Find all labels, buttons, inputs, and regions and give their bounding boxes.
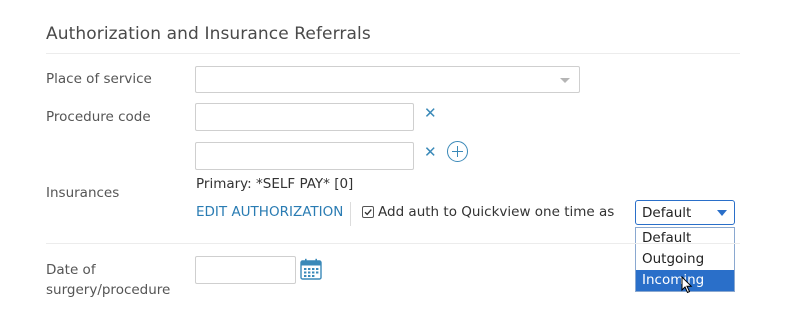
procedure-code-input-2[interactable] bbox=[195, 142, 414, 170]
edit-authorization-link[interactable]: EDIT AUTHORIZATION bbox=[196, 204, 343, 220]
chevron-down-icon bbox=[717, 210, 727, 216]
procedure-code-input-1[interactable] bbox=[195, 103, 414, 131]
date-of-surgery-label-line1: Date of bbox=[46, 262, 96, 278]
quickview-type-select[interactable]: Default bbox=[635, 200, 735, 225]
section-divider bbox=[46, 243, 740, 244]
checkbox-checked-icon bbox=[364, 209, 372, 216]
place-of-service-label: Place of service bbox=[46, 71, 152, 87]
procedure-code-label: Procedure code bbox=[46, 109, 151, 125]
insurances-label: Insurances bbox=[46, 185, 120, 201]
chevron-down-icon bbox=[560, 78, 570, 83]
close-icon[interactable]: ✕ bbox=[424, 106, 437, 121]
section-divider bbox=[46, 53, 740, 54]
vertical-divider bbox=[350, 202, 351, 226]
primary-insurance-text: Primary: *SELF PAY* [0] bbox=[196, 176, 354, 192]
place-of-service-select[interactable] bbox=[195, 66, 580, 93]
dropdown-option-default[interactable]: Default bbox=[636, 228, 734, 249]
calendar-icon[interactable] bbox=[300, 258, 322, 280]
add-circle-icon[interactable] bbox=[447, 141, 468, 162]
quickview-type-selected-value: Default bbox=[642, 205, 692, 221]
close-icon[interactable]: ✕ bbox=[424, 145, 437, 160]
authorization-referrals-form: Authorization and Insurance Referrals Pl… bbox=[0, 0, 803, 317]
quickview-checkbox-label: Add auth to Quickview one time as bbox=[378, 204, 615, 220]
quickview-checkbox[interactable] bbox=[362, 206, 374, 218]
date-of-surgery-label-line2: surgery/procedure bbox=[46, 282, 171, 298]
date-of-surgery-input[interactable] bbox=[195, 256, 296, 284]
mouse-cursor-icon bbox=[681, 276, 693, 294]
section-title: Authorization and Insurance Referrals bbox=[46, 24, 371, 44]
dropdown-option-outgoing[interactable]: Outgoing bbox=[636, 249, 734, 270]
